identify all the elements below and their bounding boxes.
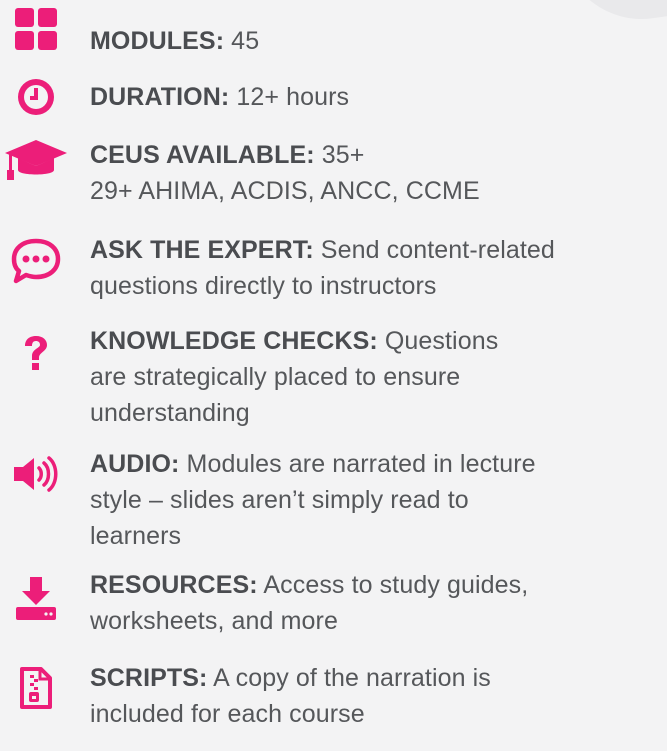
feature-label: ASK THE EXPERT: <box>90 236 314 264</box>
download-icon <box>0 577 72 621</box>
feature-description: 29+ AHIMA, ACDIS, ANCC, CCME <box>90 177 480 205</box>
feature-value: 12+ hours <box>229 83 350 111</box>
feature-description: included for each course <box>90 700 365 728</box>
feature-label: MODULES: <box>90 27 225 55</box>
feature-value: Send content-related <box>313 236 555 264</box>
feature-label: SCRIPTS: <box>90 664 208 692</box>
feature-description: questions directly to instructors <box>90 272 437 300</box>
feature-label: AUDIO: <box>90 450 180 478</box>
feature-label: KNOWLEDGE CHECKS: <box>90 327 378 355</box>
feature-value: Questions <box>377 327 499 355</box>
feature-value: A copy of the narration is <box>207 664 491 692</box>
feature-label: RESOURCES: <box>90 571 258 599</box>
clock-icon <box>0 79 72 115</box>
chat-bubble-icon <box>0 237 72 285</box>
feature-description: are strategically placed to ensure <box>90 363 461 391</box>
speaker-icon <box>0 456 72 492</box>
graduation-cap-icon <box>0 138 72 182</box>
feature-value: 35+ <box>314 141 365 169</box>
feature-description: worksheets, and more <box>90 607 338 635</box>
feature-label: DURATION: <box>90 83 230 111</box>
question-mark-icon <box>0 334 72 372</box>
feature-description: style – slides aren’t simply read to <box>90 486 469 514</box>
feature-value: Access to study guides, <box>257 571 529 599</box>
feature-description: understanding <box>90 399 250 427</box>
feature-value: Modules are narrated in lecture <box>179 450 536 478</box>
modules-grid-icon <box>0 8 72 50</box>
feature-description: learners <box>90 522 182 550</box>
feature-label: CEUS AVAILABLE: <box>90 141 315 169</box>
zip-file-icon <box>0 666 72 710</box>
feature-value: 45 <box>224 27 260 55</box>
